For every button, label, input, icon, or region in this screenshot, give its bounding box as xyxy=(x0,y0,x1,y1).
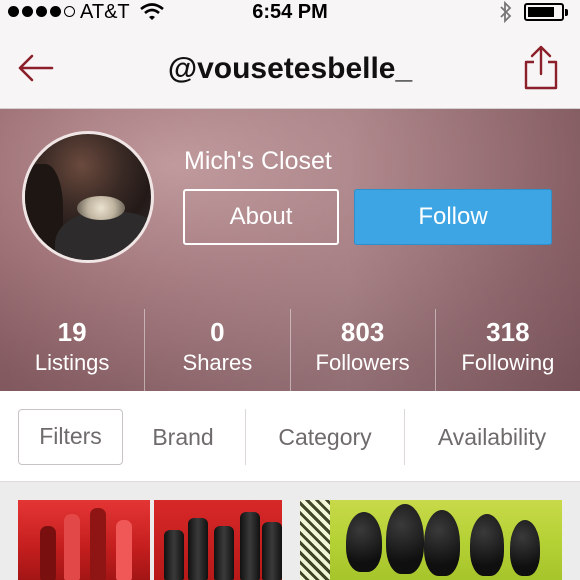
listing-thumbnail[interactable] xyxy=(300,500,562,580)
closet-name: Mich's Closet xyxy=(184,147,332,175)
stat-followers[interactable]: 803 Followers xyxy=(289,309,435,391)
listing-thumbnail[interactable] xyxy=(18,500,150,580)
stat-label: Listings xyxy=(34,350,110,375)
stat-listings[interactable]: 19 Listings xyxy=(0,309,144,391)
stat-label: Following xyxy=(461,350,555,375)
stat-value: 0 xyxy=(210,317,225,347)
status-time: 6:54 PM xyxy=(252,1,328,23)
filter-bar: Filters Brand Category Availability xyxy=(0,391,580,482)
battery-icon xyxy=(524,3,568,21)
filter-brand[interactable]: Brand xyxy=(128,409,238,465)
bluetooth-icon xyxy=(498,0,514,29)
divider xyxy=(245,409,246,465)
stat-label: Shares xyxy=(182,350,253,375)
about-button[interactable]: About xyxy=(183,189,339,245)
stat-value: 318 xyxy=(486,317,530,347)
stat-value: 803 xyxy=(340,317,385,347)
filter-filters[interactable]: Filters xyxy=(18,409,123,465)
avatar[interactable] xyxy=(22,131,154,263)
follow-button[interactable]: Follow xyxy=(354,189,552,245)
listings-grid xyxy=(0,482,580,580)
stat-value: 19 xyxy=(57,317,87,347)
profile-header: Mich's Closet About Follow 19 Listings 0… xyxy=(0,109,580,391)
listing-thumbnail[interactable] xyxy=(154,500,282,580)
share-icon[interactable] xyxy=(522,44,560,92)
stat-label: Followers xyxy=(315,350,410,375)
filter-category[interactable]: Category xyxy=(250,409,400,465)
page-title: @vousetesbelle_ xyxy=(167,52,413,85)
divider xyxy=(404,409,405,465)
profile-stats: 19 Listings 0 Shares 803 Followers 318 F… xyxy=(0,309,580,391)
navigation-bar: @vousetesbelle_ xyxy=(0,26,580,109)
stat-shares[interactable]: 0 Shares xyxy=(144,309,289,391)
stat-following[interactable]: 318 Following xyxy=(434,309,580,391)
filter-availability[interactable]: Availability xyxy=(410,409,574,465)
status-bar: AT&T 6:54 PM xyxy=(0,0,580,26)
